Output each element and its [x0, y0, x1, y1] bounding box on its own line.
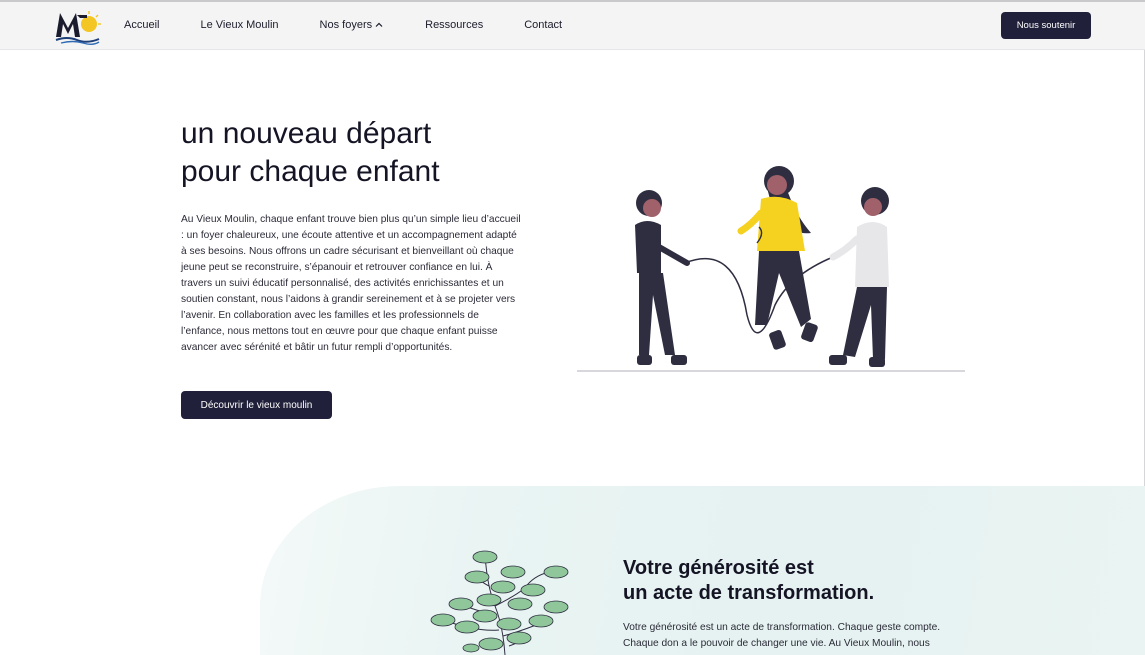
generosity-title-line-2: un acte de transformation.	[623, 582, 875, 604]
generosity-paragraph: Votre générosité est un acte de transfor…	[623, 622, 941, 649]
hero-paragraph: Au Vieux Moulin, chaque enfant trouve bi…	[181, 214, 521, 353]
vieux-moulin-logo-icon[interactable]	[53, 7, 101, 45]
generosity-title-line-1: Votre générosité est	[623, 557, 814, 579]
discover-button[interactable]: Découvrir le vieux moulin	[181, 391, 332, 419]
money-tree-illustration-icon	[430, 550, 569, 655]
nav-link-le-vieux-moulin[interactable]: Le Vieux Moulin	[200, 19, 278, 31]
chevron-up-icon	[375, 22, 383, 27]
middle-child-figure	[737, 166, 818, 350]
hero-title: un nouveau départ pour chaque enfant	[181, 115, 440, 191]
hero-title-line-2: pour chaque enfant	[181, 155, 440, 188]
generosity-section: Votre générosité est un acte de transfor…	[0, 486, 1145, 655]
children-jump-rope-illustration-icon	[577, 166, 965, 372]
nav-link-nos-foyers-label: Nos foyers	[319, 19, 373, 31]
nav-link-accueil[interactable]: Accueil	[124, 19, 159, 31]
main-nav: Accueil Le Vieux Moulin Nos foyers Resso…	[124, 2, 603, 48]
nav-link-nos-foyers[interactable]: Nos foyers	[320, 19, 385, 31]
generosity-title: Votre générosité est un acte de transfor…	[623, 556, 874, 606]
right-child-figure	[829, 187, 889, 367]
left-child-figure	[635, 190, 690, 365]
support-button[interactable]: Nous soutenir	[1001, 12, 1091, 39]
nav-link-ressources[interactable]: Ressources	[425, 19, 483, 31]
nav-link-contact[interactable]: Contact	[524, 19, 562, 31]
site-header: Accueil Le Vieux Moulin Nos foyers Resso…	[0, 2, 1145, 50]
hero-title-line-1: un nouveau départ	[181, 117, 432, 150]
